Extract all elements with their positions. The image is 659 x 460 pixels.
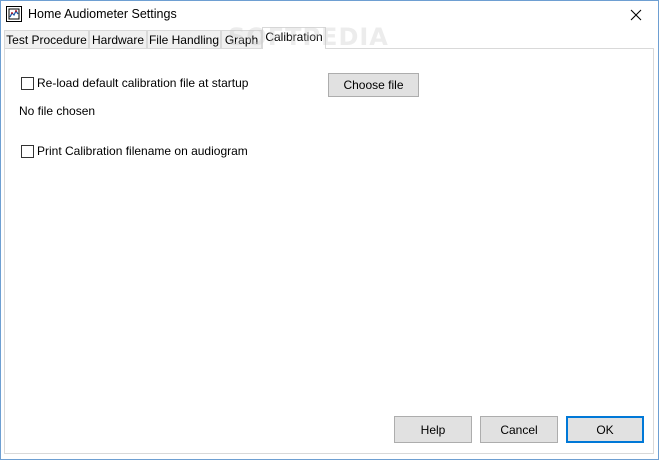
choose-file-label: Choose file: [343, 78, 404, 92]
cancel-button[interactable]: Cancel: [480, 416, 558, 443]
window-title: Home Audiometer Settings: [28, 7, 177, 21]
calibration-panel: Re-load default calibration file at star…: [4, 48, 654, 454]
ok-label: OK: [596, 422, 614, 437]
close-icon: [630, 9, 642, 21]
ok-button[interactable]: OK: [566, 416, 644, 443]
tab-label: Graph: [224, 33, 259, 47]
reload-default-row[interactable]: Re-load default calibration file at star…: [21, 76, 248, 90]
cancel-label: Cancel: [500, 422, 538, 437]
tab-hardware[interactable]: Hardware: [89, 30, 147, 49]
tab-label: Hardware: [91, 33, 145, 47]
choose-file-button[interactable]: Choose file: [328, 73, 419, 97]
tab-test-procedure[interactable]: Test Procedure: [4, 30, 89, 49]
help-label: Help: [420, 422, 446, 437]
help-button[interactable]: Help: [394, 416, 472, 443]
reload-default-label: Re-load default calibration file at star…: [37, 76, 249, 90]
tab-strip: Test Procedure Hardware File Handling Gr…: [4, 27, 654, 49]
print-filename-row[interactable]: Print Calibration filename on audiogram: [21, 144, 248, 158]
app-icon: [6, 6, 22, 22]
reload-default-checkbox[interactable]: [21, 76, 34, 90]
tab-label: Calibration: [265, 30, 323, 44]
tab-graph[interactable]: Graph: [221, 30, 262, 49]
title-bar: Home Audiometer Settings: [1, 1, 658, 29]
settings-window: Home Audiometer Settings Test Procedure …: [0, 0, 659, 460]
tab-label: File Handling: [148, 33, 220, 47]
file-status-text: No file chosen: [19, 104, 96, 118]
tab-file-handling[interactable]: File Handling: [147, 30, 221, 49]
tab-label: Test Procedure: [6, 33, 87, 47]
print-filename-checkbox[interactable]: [21, 144, 34, 158]
tab-calibration[interactable]: Calibration: [262, 27, 326, 49]
print-filename-label: Print Calibration filename on audiogram: [37, 144, 248, 158]
close-button[interactable]: [614, 1, 658, 29]
